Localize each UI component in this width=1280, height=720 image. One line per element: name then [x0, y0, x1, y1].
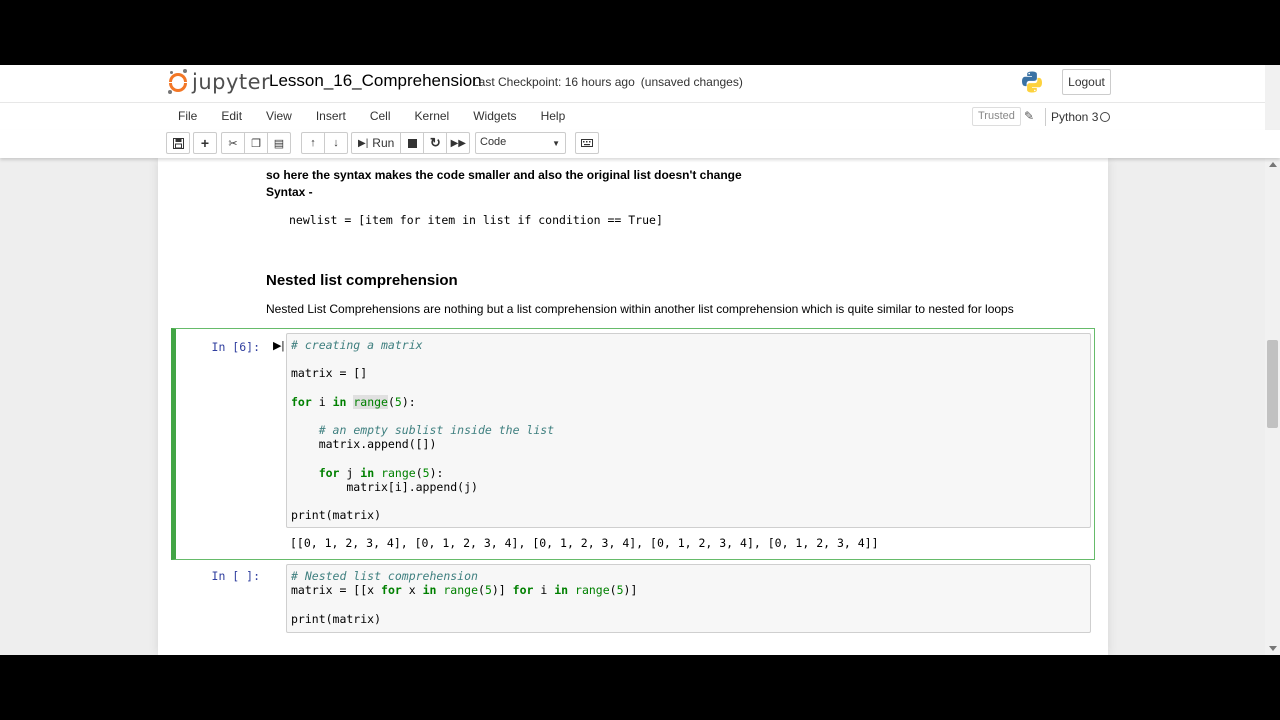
code-cell-selected[interactable]: In [6]: ▶| # creating a matrix matrix = …	[171, 328, 1095, 560]
scroll-up-icon[interactable]	[1269, 162, 1277, 167]
paste-icon: ▤	[273, 137, 285, 150]
markdown-text: so here the syntax makes the code smalle…	[266, 168, 742, 182]
notebook-container: so here the syntax makes the code smalle…	[158, 158, 1108, 655]
palette-group	[575, 132, 599, 154]
code-input-2[interactable]: # Nested list comprehension matrix = [[x…	[286, 564, 1091, 633]
jupyter-logo-icon	[168, 69, 188, 95]
menu-items: File Edit View Insert Cell Kernel Widget…	[166, 103, 577, 131]
restart-button[interactable]: ↻	[423, 132, 448, 154]
menu-cell[interactable]: Cell	[358, 103, 403, 131]
arrow-down-icon: ↓	[333, 137, 339, 149]
kernel-idle-indicator-icon	[1100, 112, 1110, 122]
save-icon	[172, 137, 184, 149]
scissors-icon: ✂	[228, 137, 238, 150]
arrow-up-icon: ↑	[310, 137, 316, 149]
menu-widgets[interactable]: Widgets	[461, 103, 528, 131]
markdown-paragraph: Nested List Comprehensions are nothing b…	[266, 302, 1014, 316]
run-cell-icon[interactable]: ▶|	[273, 339, 284, 352]
logout-button[interactable]: Logout	[1062, 69, 1111, 95]
refresh-icon: ↻	[429, 135, 441, 150]
fast-forward-icon: ▶▶	[450, 137, 466, 149]
code-text-2[interactable]: # Nested list comprehension matrix = [[x…	[287, 565, 1090, 630]
menu-view[interactable]: View	[254, 103, 304, 131]
save-group	[166, 132, 190, 154]
command-palette-button[interactable]	[575, 132, 599, 154]
unsaved-changes: (unsaved changes)	[640, 75, 743, 89]
insert-cell-button[interactable]: +	[193, 132, 217, 154]
markdown-code-block: newlist = [item for item in list if cond…	[289, 213, 663, 227]
run-button[interactable]: ▶| Run	[351, 132, 402, 154]
scroll-down-icon[interactable]	[1269, 646, 1277, 651]
markdown-syntax-label: Syntax -	[266, 185, 313, 199]
move-group: ↑ ↓	[301, 132, 348, 154]
menubar: File Edit View Insert Cell Kernel Widget…	[0, 102, 1280, 130]
cell-type-select[interactable]: Code ▼	[475, 132, 566, 154]
paste-button[interactable]: ▤	[267, 132, 291, 154]
save-button[interactable]	[166, 132, 190, 154]
copy-icon: ❐	[251, 137, 261, 150]
menu-file[interactable]: File	[166, 103, 209, 131]
logo-text: jupyter	[192, 70, 271, 94]
cell-output: [[0, 1, 2, 3, 4], [0, 1, 2, 3, 4], [0, 1…	[290, 536, 879, 550]
trusted-badge[interactable]: Trusted	[972, 107, 1021, 126]
scroll-thumb[interactable]	[1267, 340, 1278, 428]
insert-group: +	[193, 132, 217, 154]
code-input[interactable]: # creating a matrix matrix = [] for i in…	[286, 333, 1091, 528]
run-group: ▶| Run ↻ ▶▶	[351, 132, 471, 154]
kernel-name[interactable]: Python 3	[1051, 110, 1098, 124]
menu-edit[interactable]: Edit	[209, 103, 254, 131]
cell-prompt-empty: In [ ]:	[211, 569, 260, 583]
checkpoint-text: Last Checkpoint: 16 hours ago	[472, 75, 635, 89]
python-logo-icon	[1022, 71, 1042, 93]
toolbar: + ✂ ❐ ▤ ↑ ↓ ▶| Run ↻ ▶▶ Code ▼	[0, 130, 1280, 158]
vertical-scrollbar[interactable]	[1265, 158, 1280, 655]
clipboard-group: ✂ ❐ ▤	[221, 132, 291, 154]
markdown-heading: Nested list comprehension	[266, 272, 458, 289]
keyboard-icon	[581, 139, 593, 147]
kernel-divider	[1045, 108, 1046, 126]
menu-help[interactable]: Help	[529, 103, 578, 131]
cell-type-value: Code	[480, 136, 507, 148]
jupyter-logo[interactable]: jupyter	[168, 69, 270, 95]
interrupt-button[interactable]	[400, 132, 425, 154]
move-up-button[interactable]: ↑	[301, 132, 325, 154]
menu-kernel[interactable]: Kernel	[403, 103, 462, 131]
caret-down-icon: ▼	[552, 139, 560, 148]
stop-icon	[407, 138, 417, 148]
restart-run-all-button[interactable]: ▶▶	[446, 132, 471, 154]
run-label: Run	[372, 136, 395, 150]
code-text[interactable]: # creating a matrix matrix = [] for i in…	[287, 334, 1090, 527]
jupyter-window: jupyter Lesson_16_Comprehension Last Che…	[0, 65, 1280, 655]
cell-prompt: In [6]:	[211, 340, 260, 354]
notebook-title[interactable]: Lesson_16_Comprehension	[269, 71, 482, 91]
menu-insert[interactable]: Insert	[304, 103, 358, 131]
copy-button[interactable]: ❐	[244, 132, 268, 154]
edit-pencil-icon[interactable]: ✎	[1024, 109, 1034, 123]
header: jupyter Lesson_16_Comprehension Last Che…	[0, 65, 1280, 102]
code-cell[interactable]: In [ ]: # Nested list comprehension matr…	[171, 564, 1095, 634]
move-down-button[interactable]: ↓	[324, 132, 348, 154]
checkpoint-status: Last Checkpoint: 16 hours ago (unsaved ch…	[472, 75, 743, 89]
plus-icon: +	[200, 135, 210, 151]
cut-button[interactable]: ✂	[221, 132, 245, 154]
step-forward-icon: ▶|	[358, 137, 369, 149]
